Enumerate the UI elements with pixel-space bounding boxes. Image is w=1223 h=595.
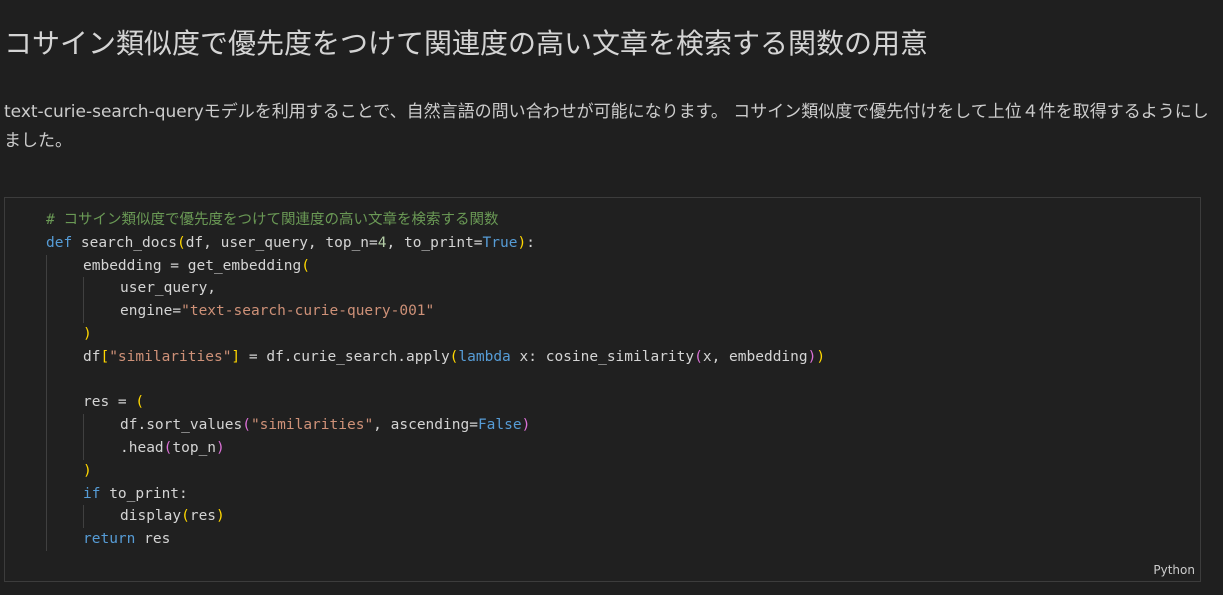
paren-open: ( <box>181 508 190 525</box>
code-text: x: cosine_similarity <box>510 348 695 365</box>
indent-guide <box>46 368 47 392</box>
paren-open: ( <box>301 257 310 274</box>
paren-open: ( <box>135 394 145 411</box>
code-text: res = <box>83 394 136 411</box>
keyword-false: False <box>477 417 522 434</box>
string-literal: "similarities" <box>109 348 232 365</box>
paren-open: ( <box>694 348 703 365</box>
indent-guide <box>83 436 84 460</box>
params-text: , to_print= <box>386 234 483 251</box>
paren-open: ( <box>242 417 251 434</box>
paren-open: ( <box>176 234 186 251</box>
code-text: engine= <box>120 303 182 320</box>
paren-close: ) <box>521 417 531 434</box>
code-line-2: def search_docs(df, user_query, top_n=4,… <box>46 232 825 255</box>
keyword-if: if <box>83 485 101 502</box>
paren-close: ) <box>83 462 92 479</box>
code-line-13: if to_print: <box>46 482 825 506</box>
colon: : <box>526 234 535 251</box>
indent-guide <box>46 254 47 278</box>
code-text: = df.curie_search.apply <box>240 348 450 365</box>
indent-guide <box>46 414 47 437</box>
code-line-6: ) <box>46 322 825 346</box>
code-line-12: ) <box>46 459 825 483</box>
indent-guide <box>83 414 84 437</box>
code-line-8 <box>46 368 825 392</box>
indent-guide <box>46 322 47 346</box>
code-cell[interactable]: # コサイン類似度で優先度をつけて関連度の高い文章を検索する関数 def sea… <box>4 197 1201 582</box>
indent-guide <box>46 505 47 529</box>
indent-guide <box>46 300 47 323</box>
paren-close: ) <box>83 325 92 342</box>
section-heading: コサイン類似度で優先度をつけて関連度の高い文章を検索する関数の用意 <box>4 27 929 60</box>
indent-guide <box>83 505 84 529</box>
code-line-14: display(res) <box>46 505 825 529</box>
code-text: embedding = get_embedding <box>83 257 302 274</box>
code-line-3: embedding = get_embedding( <box>46 254 825 278</box>
code-text: user_query, <box>120 280 217 297</box>
code-text: df.sort_values <box>120 417 243 434</box>
code-line-1: # コサイン類似度で優先度をつけて関連度の高い文章を検索する関数 <box>46 209 825 232</box>
keyword-true: True <box>482 234 518 251</box>
code-text: res <box>189 508 217 525</box>
indent-guide <box>46 436 47 460</box>
code-text: top_n <box>172 439 217 456</box>
code-comment: # コサイン類似度で優先度をつけて関連度の高い文章を検索する関数 <box>46 212 499 228</box>
indent-guide <box>83 277 84 301</box>
code-line-9: res = ( <box>46 391 825 415</box>
code-line-4: user_query, <box>46 277 825 301</box>
bracket-close: ] <box>231 348 241 365</box>
bracket-open: [ <box>100 348 110 365</box>
code-line-10: df.sort_values("similarities", ascending… <box>46 414 825 437</box>
code-text: df <box>83 348 101 365</box>
code-line-5: engine="text-search-curie-query-001" <box>46 300 825 323</box>
code-line-11: .head(top_n) <box>46 436 825 460</box>
code-text: x, embedding <box>702 348 808 365</box>
indent-guide <box>46 345 47 369</box>
code-text: , ascending= <box>373 417 478 434</box>
keyword-return: return <box>83 531 136 548</box>
indent-guide <box>46 277 47 301</box>
indent-guide <box>46 459 47 483</box>
paren-close: ) <box>216 439 225 456</box>
code-text: to_print: <box>100 485 188 502</box>
paren-close: ) <box>216 508 225 525</box>
code-line-15: return res <box>46 528 825 551</box>
code-editor[interactable]: # コサイン類似度で優先度をつけて関連度の高い文章を検索する関数 def sea… <box>46 209 825 551</box>
language-label[interactable]: Python <box>1153 563 1195 577</box>
indent-guide <box>46 482 47 506</box>
string-literal: "text-search-curie-query-001" <box>181 303 435 320</box>
paren-close: ) <box>517 234 527 251</box>
indent-guide <box>83 300 84 323</box>
code-text: display <box>120 508 182 525</box>
paren-close: ) <box>816 348 826 365</box>
description-paragraph: text-curie-search-queryモデルを利用することで、自然言語の… <box>4 102 1209 151</box>
indent-guide <box>46 528 47 551</box>
params-text: df, user_query, top_n= <box>185 234 378 251</box>
number-literal: 4 <box>377 234 387 251</box>
indent-guide <box>46 391 47 415</box>
code-text: .head <box>120 439 164 456</box>
string-literal: "similarities" <box>250 417 374 434</box>
code-text: res <box>135 531 171 548</box>
function-name: search_docs <box>72 234 177 251</box>
keyword-def: def <box>46 234 73 251</box>
keyword-lambda: lambda <box>458 348 511 365</box>
code-line-7: df["similarities"] = df.curie_search.app… <box>46 345 826 369</box>
